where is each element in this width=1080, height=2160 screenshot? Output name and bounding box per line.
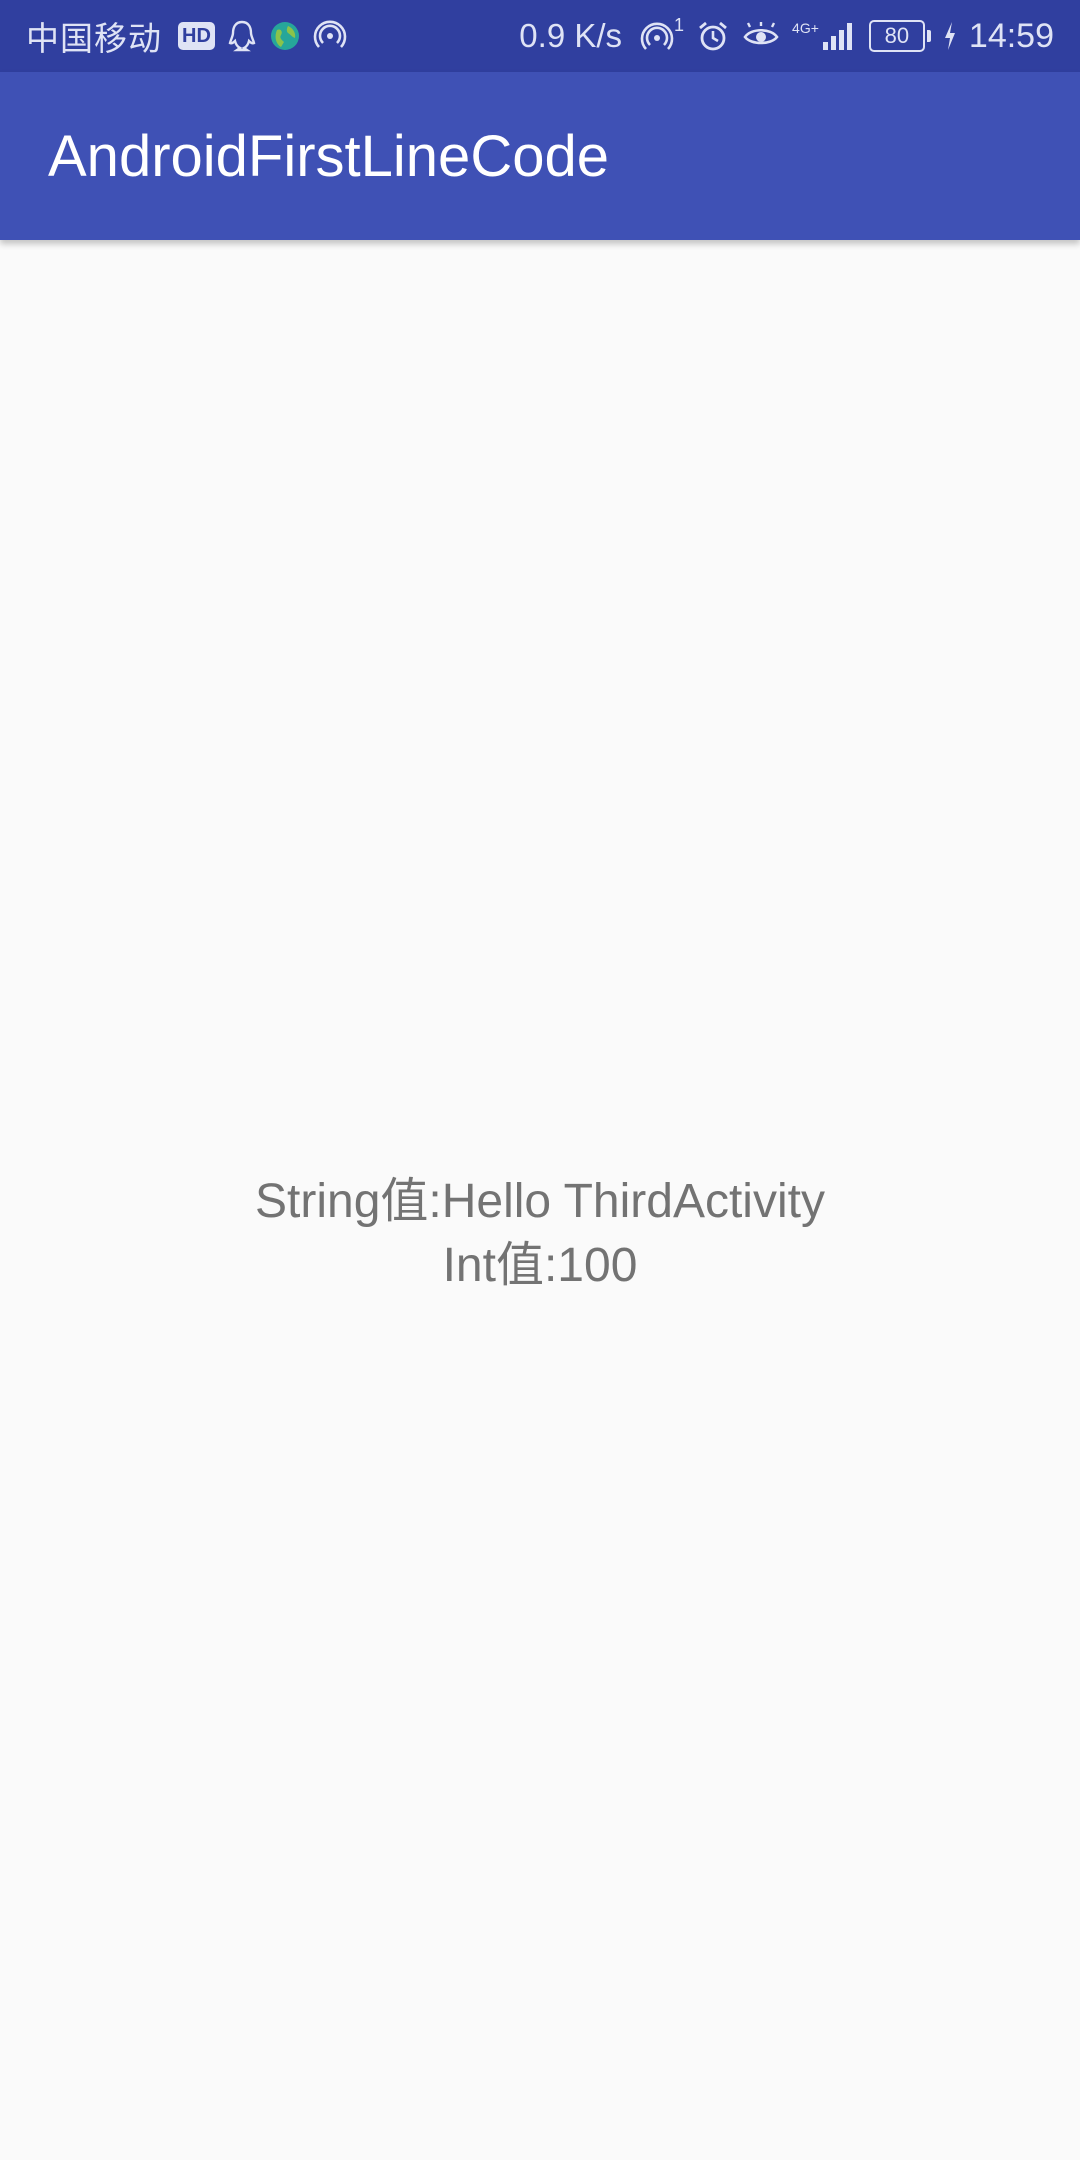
status-left: 中国移动 HD bbox=[26, 12, 347, 60]
main-content: String值:Hello ThirdActivity Int值:100 bbox=[0, 240, 1080, 2160]
signal-icon: 4G+ bbox=[792, 20, 857, 52]
message-text: String值:Hello ThirdActivity Int值:100 bbox=[0, 1170, 1080, 1298]
alarm-icon bbox=[696, 19, 730, 53]
hotspot-icon bbox=[313, 19, 347, 53]
int-value-text: Int值:100 bbox=[442, 1239, 638, 1292]
charging-icon bbox=[943, 21, 957, 51]
status-right: 0.9 K/s 1 4G+ 80 14:59 bbox=[519, 15, 1054, 56]
carrier-label: 中国移动 bbox=[26, 19, 162, 58]
hotspot-count: 1 bbox=[674, 15, 685, 35]
battery-tip bbox=[926, 30, 931, 42]
qq-icon bbox=[227, 19, 257, 53]
globe-icon bbox=[269, 20, 301, 52]
battery-icon: 80 bbox=[868, 20, 931, 52]
eye-icon bbox=[742, 21, 780, 51]
string-value-text: String值:Hello ThirdActivity bbox=[255, 1175, 825, 1228]
network-type: 4G+ bbox=[792, 20, 819, 36]
status-clock: 14:59 bbox=[968, 16, 1054, 55]
hd-icon: HD bbox=[178, 22, 215, 50]
net-speed: 0.9 K/s bbox=[519, 17, 623, 54]
status-bar: 中国移动 HD 0.9 K/s 1 4G+ 80 14:59 bbox=[0, 0, 1080, 72]
app-title: AndroidFirstLineCode bbox=[48, 123, 609, 189]
app-bar: AndroidFirstLineCode bbox=[0, 72, 1080, 240]
hotspot-active-icon: 1 bbox=[640, 15, 684, 53]
battery-level: 80 bbox=[868, 20, 925, 52]
